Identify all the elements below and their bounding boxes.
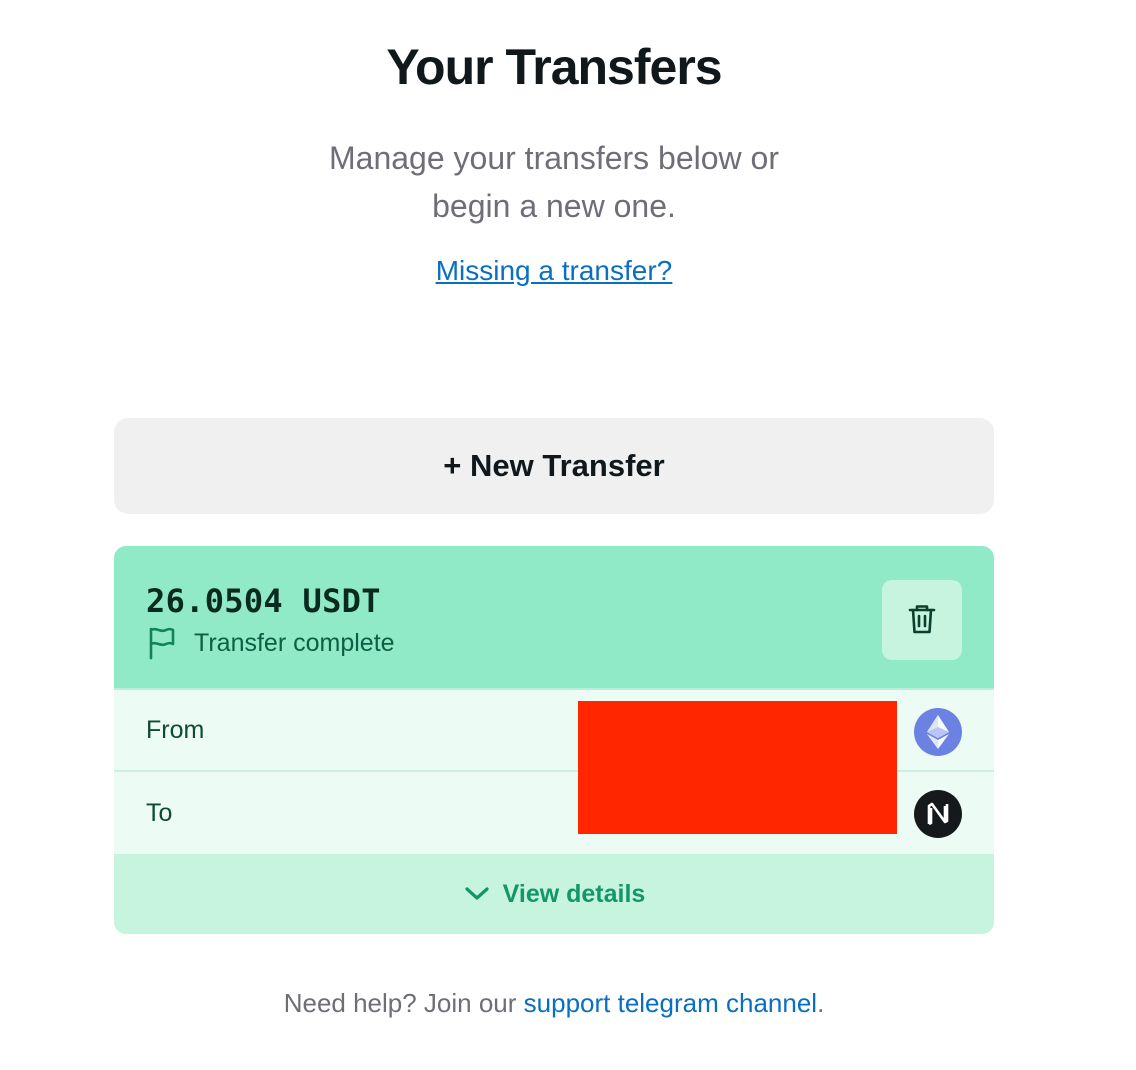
help-text: Need help? Join our support telegram cha… <box>0 988 1108 1019</box>
delete-transfer-button[interactable] <box>882 580 962 660</box>
transfer-card: 26.0504 USDT Transfer complete From To V… <box>114 546 994 934</box>
missing-transfer-link[interactable]: Missing a transfer? <box>436 255 673 286</box>
redacted-address-block <box>578 701 897 834</box>
page-title: Your Transfers <box>386 39 722 95</box>
transfer-card-header: 26.0504 USDT Transfer complete <box>114 546 994 690</box>
subtitle-line-1: Manage your transfers below or <box>329 140 779 176</box>
page-subtitle: Manage your transfers below or begin a n… <box>300 134 808 230</box>
ethereum-icon <box>914 708 962 756</box>
view-details-button[interactable]: View details <box>114 854 994 934</box>
new-transfer-button[interactable]: + New Transfer <box>114 418 994 514</box>
help-suffix: . <box>817 988 825 1018</box>
help-prefix: Need help? Join our <box>283 988 524 1018</box>
view-details-label: View details <box>502 879 646 908</box>
transfer-status-text: Transfer complete <box>194 628 395 657</box>
trash-icon <box>907 603 937 638</box>
transfer-amount: 26.0504 USDT <box>146 582 381 620</box>
subtitle-line-2: begin a new one. <box>432 188 676 224</box>
transfer-status: Transfer complete <box>146 626 395 660</box>
missing-transfer-link-wrap: Missing a transfer? <box>0 255 1108 287</box>
chevron-down-icon <box>463 880 491 909</box>
near-icon <box>914 790 962 838</box>
flag-icon <box>146 626 178 660</box>
from-label: From <box>146 715 205 744</box>
to-label: To <box>146 798 173 827</box>
support-telegram-link[interactable]: support telegram channel <box>524 988 817 1018</box>
